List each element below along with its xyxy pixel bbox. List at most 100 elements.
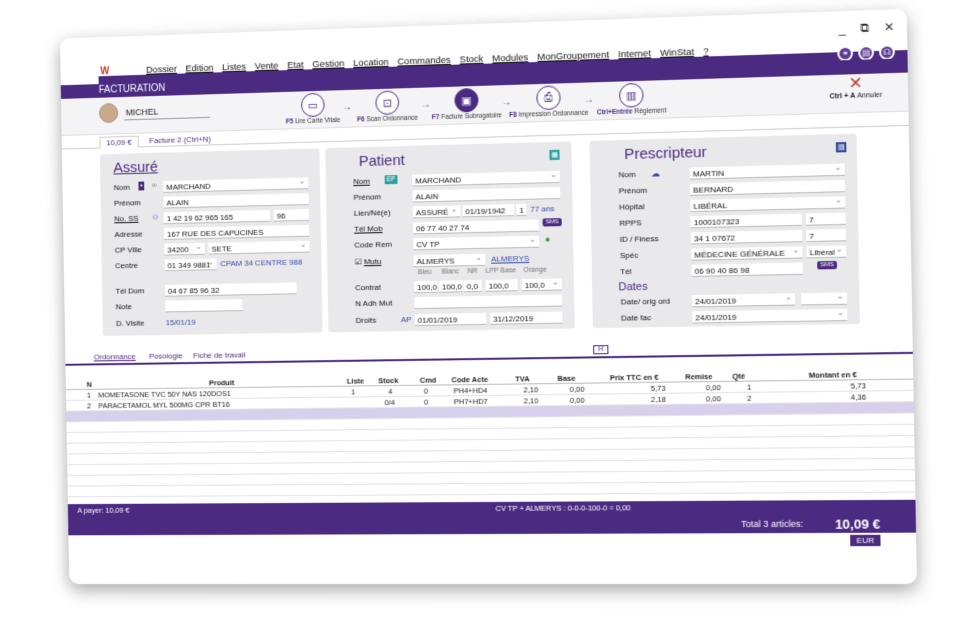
label: CP Ville — [114, 245, 142, 255]
col-montant: Montant en € — [808, 369, 857, 380]
ep-badge: EP — [384, 175, 398, 185]
label: Spéc — [619, 250, 639, 261]
assure-ss-field[interactable]: 1 42 19 62 965 165 — [163, 209, 271, 225]
patient-dob-field[interactable]: 01/19/1942 — [462, 204, 515, 218]
assure-note-field[interactable] — [165, 299, 243, 313]
brain-icon: ● — [544, 234, 551, 245]
label: Lien/Né(e) — [353, 208, 391, 218]
prescripteur-rpps-field[interactable]: 1000107323 — [690, 213, 802, 229]
assure-tel-field[interactable]: 04 67 85 96 32 — [165, 282, 297, 297]
tab-fiche-travail[interactable]: Fiche de travail — [193, 350, 245, 360]
contrat-orange[interactable]: 100,0 — [521, 278, 562, 292]
label: Prénom — [618, 185, 648, 196]
patient-age: 77 ans — [530, 204, 555, 214]
total-amount: 10,09 € — [834, 516, 881, 532]
label: ID / Finess — [619, 234, 659, 244]
col-stock: Stock — [378, 375, 399, 385]
app-window: _ ⧉ ✕ W Dossier Edition Listes Vente Eta… — [59, 8, 917, 585]
client-selector[interactable]: MICHEL — [98, 100, 211, 124]
droits-to-field[interactable]: 31/12/2019 — [490, 311, 563, 325]
assure-prenom-field[interactable]: ALAIN — [163, 193, 309, 209]
label: Note — [115, 302, 132, 312]
prescripteur-nom-field[interactable]: MARTIN — [689, 163, 845, 180]
doctor-card-icon[interactable]: ▧ — [835, 141, 847, 153]
currency-button[interactable]: EUR — [850, 534, 881, 547]
date-ord-field[interactable]: 24/01/2019 — [691, 293, 796, 308]
label: Code Rem — [354, 239, 393, 250]
assure-panel: Assuré Nom ▪ ∞ MARCHAND Prénom ALAIN No.… — [99, 148, 323, 336]
client-name[interactable]: MICHEL — [123, 102, 211, 120]
assure-adresse-field[interactable]: 167 RUE DES CAPUCINES — [164, 224, 310, 240]
centre-name: CPAM 34 CENTRE 988 — [220, 257, 303, 269]
patient-mutu-field[interactable]: ALMERYS — [413, 253, 486, 268]
date-ord-extra[interactable] — [801, 292, 848, 306]
step-facture[interactable]: ▣ F7 Facture Subrogatoire — [427, 87, 507, 121]
tab-ordonnance[interactable]: Ordonnance — [94, 352, 136, 361]
contrat-bleu[interactable]: 100,0 — [414, 280, 439, 294]
sms-button[interactable]: SMS — [542, 218, 562, 227]
assure-ss-key[interactable]: 96 — [273, 208, 309, 222]
scan-icon: ⊡ — [375, 90, 400, 115]
date-fac-field[interactable]: 24/01/2019 — [692, 308, 848, 324]
id-card-icon: ▪ — [138, 181, 145, 191]
label: Prénom — [113, 198, 141, 208]
total-label: Total 3 articles: — [740, 518, 804, 530]
info-panels: Assuré Nom ▪ ∞ MARCHAND Prénom ALAIN No.… — [61, 125, 913, 345]
patient-tel-field[interactable]: 06 77 40 27 74 — [413, 219, 539, 235]
prescripteur-prenom-field[interactable]: BERNARD — [689, 179, 846, 196]
assure-centre-field[interactable]: 01 349 9881 — [164, 258, 217, 272]
contrat-lpp[interactable]: 100,0 — [485, 279, 518, 292]
mutu-link[interactable]: ALMERYS — [491, 254, 529, 264]
step-scan[interactable]: ⊡ F6 Scan Ordonnance — [348, 90, 427, 124]
cancel-button[interactable]: ✕ Ctrl + A Annuler — [824, 75, 887, 101]
col-n: N — [86, 379, 92, 389]
step-carte-vitale[interactable]: ▭ F5 Lire Carte Vitale — [274, 92, 353, 126]
label: Hôpital — [618, 202, 645, 212]
app-logo-icon: W — [100, 66, 110, 78]
patient-adh-field[interactable] — [414, 294, 563, 310]
prescripteur-finess-key[interactable]: 7 — [806, 228, 846, 243]
patient-code-field[interactable]: CV TP — [413, 235, 540, 251]
col-cmd: Cmd — [419, 375, 437, 385]
close-button[interactable]: ✕ — [884, 20, 895, 36]
tab-invoice-2[interactable]: Facture 2 (Ctrl+N) — [143, 133, 216, 146]
contrat-nr[interactable]: 0,0 — [463, 279, 482, 293]
label: Contrat — [355, 282, 381, 293]
dmp-icon[interactable]: ▦ — [549, 149, 560, 161]
patient-nom-field[interactable]: MARCHAND — [412, 170, 561, 187]
prescripteur-spec-field[interactable]: MÉDECINE GÉNÉRALE — [691, 246, 803, 261]
restore-button[interactable]: ⧉ — [860, 20, 869, 36]
assure-cp-field[interactable]: 34200 — [164, 242, 205, 256]
label: N Adh Mut — [355, 298, 393, 309]
assure-nom-field[interactable]: MARCHAND — [163, 177, 309, 193]
label: Nom — [618, 169, 636, 180]
label: No. SS — [114, 213, 139, 224]
h-button[interactable]: H — [593, 345, 609, 355]
patient-lien-field[interactable]: ASSURÉ — [412, 205, 461, 219]
prescripteur-finess-field[interactable]: 34 1 07672 — [690, 229, 803, 245]
family-icon: ⚇ — [152, 214, 159, 222]
label: Centre — [114, 260, 139, 271]
col-orange: Orange — [523, 266, 547, 275]
step-impression[interactable]: ⎙ F8 Impression Ordonnance — [508, 85, 589, 120]
prescripteur-hopital-field[interactable]: LIBÉRAL — [690, 196, 846, 213]
minimize-button[interactable]: _ — [839, 21, 846, 37]
patient-rang-field[interactable]: 1 — [516, 203, 527, 217]
assure-ville-field[interactable]: SETE — [208, 240, 310, 255]
col-blanc: Blanc — [441, 268, 460, 276]
contrat-blanc[interactable]: 100,0 — [438, 280, 463, 293]
label: Nom — [353, 176, 370, 187]
mutu-checkbox[interactable]: ☑ Mutu — [355, 257, 382, 266]
glasses-icon: ∞ — [151, 182, 157, 190]
sms-button[interactable]: SMS — [817, 260, 838, 270]
prescripteur-tel-field[interactable]: 06 90 40 86 98 — [691, 262, 803, 277]
label: Nom — [113, 182, 130, 193]
tab-posologie[interactable]: Posologie — [149, 351, 183, 360]
printer-icon: ⎙ — [536, 85, 561, 111]
prescripteur-spec-type[interactable]: Libéral — [806, 245, 847, 259]
patient-prenom-field[interactable]: ALAIN — [412, 186, 561, 203]
cv-summary: CV TP + ALMERYS : 0-0-0-100-0 = 0,00 — [495, 503, 631, 513]
step-reglement[interactable]: ▥ Ctrl+Entrée Règlement — [591, 82, 673, 117]
prescripteur-rpps-key[interactable]: 7 — [805, 212, 846, 226]
droits-from-field[interactable]: 01/01/2019 — [414, 312, 487, 327]
